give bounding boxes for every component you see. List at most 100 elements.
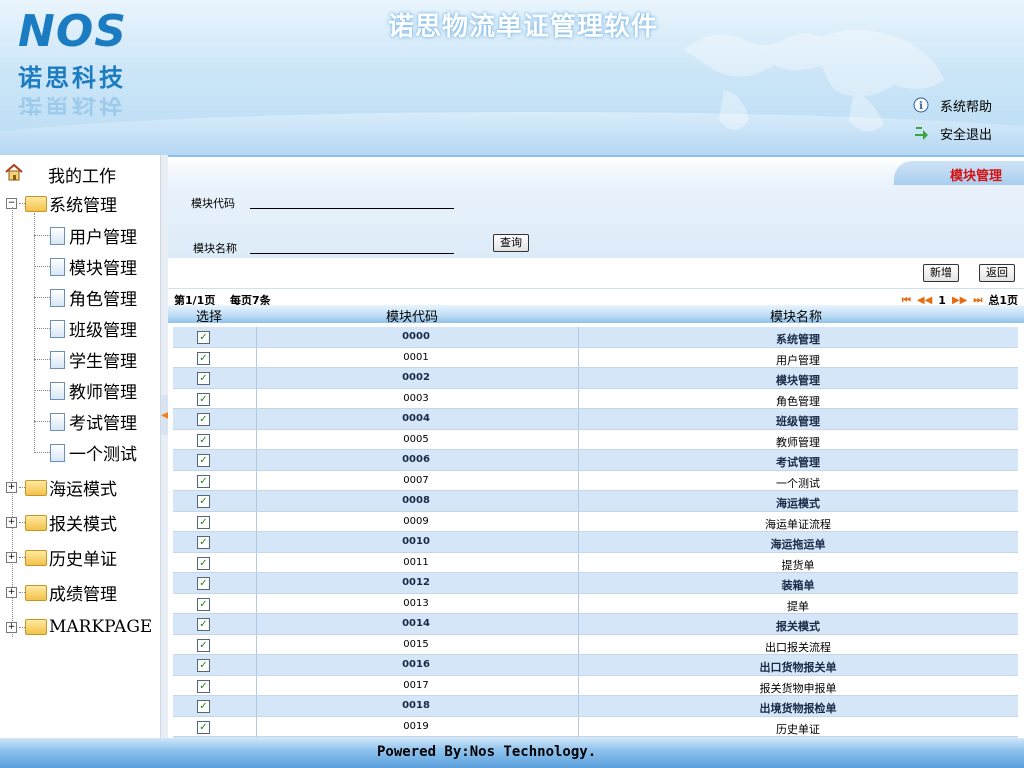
tree-root-my-work[interactable]: 我的工作 [4,162,116,187]
table-row[interactable]: ✓ 0007 一个测试 [173,470,1018,491]
table-row[interactable]: ✓ 0008 海运模式 [173,491,1018,512]
table-row[interactable]: ✓ 0013 提单 [173,593,1018,614]
tree-group-label: 海运模式 [49,480,117,500]
table-row[interactable]: ✓ 0012 装箱单 [173,573,1018,594]
tree-item-role-management[interactable]: 角色管理 [34,285,137,310]
prev-page-icon[interactable]: ◀◀ [917,295,932,306]
back-button[interactable]: 返回 [979,264,1015,282]
module-name-cell: 考试管理 [776,456,820,469]
row-checkbox[interactable]: ✓ [197,700,210,713]
tree-item-module-management[interactable]: 模块管理 [34,254,137,279]
row-checkbox[interactable]: ✓ [197,556,210,570]
module-name-cell: 出境货物报检单 [759,702,837,715]
table-row[interactable]: ✓ 0009 海运单证流程 [173,511,1018,532]
table-row[interactable]: ✓ 0005 教师管理 [173,429,1018,450]
module-name-input[interactable] [250,239,454,254]
table-row[interactable]: ✓ 0018 出境货物报检单 [173,696,1018,717]
row-checkbox[interactable]: ✓ [197,474,210,488]
tree-item-label: 学生管理 [69,352,137,372]
expand-icon[interactable]: + [6,552,17,563]
tree-item-teacher-management[interactable]: 教师管理 [34,378,137,403]
row-checkbox[interactable]: ✓ [197,720,210,734]
expand-icon[interactable]: + [6,482,17,493]
footer-credit: Powered By:Nos Technology. [377,744,597,760]
table-row[interactable]: ✓ 0006 考试管理 [173,450,1018,471]
logout-link[interactable]: 安全退出 [912,124,992,143]
document-icon [50,226,65,245]
module-code-input[interactable] [250,194,454,209]
row-checkbox[interactable]: ✓ [197,413,210,426]
row-checkbox[interactable]: ✓ [197,351,210,365]
next-page-icon[interactable]: ▶▶ [952,295,967,306]
tree-group-customs-mode[interactable]: + 报关模式 [6,510,117,535]
tree-item-student-management[interactable]: 学生管理 [34,347,137,372]
module-name-cell: 出口货物报关单 [759,661,837,674]
table-row[interactable]: ✓ 0001 用户管理 [173,347,1018,368]
table-row[interactable]: ✓ 0016 出口货物报关单 [173,655,1018,676]
row-checkbox[interactable]: ✓ [197,372,210,385]
row-checkbox[interactable]: ✓ [197,577,210,590]
tree-item-user-management[interactable]: 用户管理 [34,223,137,248]
module-code-cell: 0014 [402,618,430,629]
table-row[interactable]: ✓ 0000 系统管理 [173,327,1018,348]
app-title: 诺思物流单证管理软件 [388,12,659,42]
row-checkbox[interactable]: ✓ [197,659,210,672]
new-button[interactable]: 新增 [923,264,959,282]
table-row[interactable]: ✓ 0014 报关模式 [173,614,1018,635]
module-code-cell: 0013 [403,597,429,609]
last-page-icon[interactable]: ⏭ [973,295,982,306]
tree-group-history-documents[interactable]: + 历史单证 [6,545,117,570]
row-checkbox[interactable]: ✓ [197,597,210,611]
column-header-select[interactable]: 选择 [196,306,222,325]
document-icon [50,381,65,400]
document-icon [50,443,65,462]
row-checkbox[interactable]: ✓ [197,618,210,631]
row-checkbox[interactable]: ✓ [197,331,210,344]
expand-icon[interactable]: + [6,517,17,528]
query-button[interactable]: 查询 [493,234,529,252]
column-header-module-name[interactable]: 模块名称 [770,306,822,325]
tree-group-sea-freight-mode[interactable]: + 海运模式 [6,475,117,500]
row-checkbox[interactable]: ✓ [197,433,210,447]
tree-group-score-management[interactable]: + 成绩管理 [6,580,117,605]
module-code-cell: 0003 [403,392,429,404]
navigation-tree: 我的工作 − 系统管理 用户管理 模块管理 角色管理 班级管理 学生管理 教师管… [0,155,160,738]
expand-icon[interactable]: + [6,587,17,598]
expand-icon[interactable]: + [6,621,17,633]
column-header-module-code[interactable]: 模块代码 [386,306,438,325]
tree-item-class-management[interactable]: 班级管理 [34,316,137,341]
tree-item-label: 角色管理 [69,290,137,310]
tree-item-exam-management[interactable]: 考试管理 [34,409,137,434]
table-row[interactable]: ✓ 0017 报关货物申报单 [173,675,1018,696]
document-icon [50,350,65,369]
table-row[interactable]: ✓ 0011 提货单 [173,552,1018,573]
row-checkbox[interactable]: ✓ [197,392,210,406]
action-bar: 新增 返回 [168,258,1024,289]
system-help-link[interactable]: i 系统帮助 [912,96,992,115]
tree-item-a-test[interactable]: 一个测试 [34,440,137,465]
table-row[interactable]: ✓ 0010 海运拖运单 [173,532,1018,553]
info-icon: i [912,97,930,115]
row-checkbox[interactable]: ✓ [197,454,210,467]
module-code-cell: 0010 [402,536,430,547]
first-page-icon[interactable]: ⏮ [902,295,911,306]
row-checkbox[interactable]: ✓ [197,679,210,693]
tree-connector [34,297,50,298]
row-checkbox[interactable]: ✓ [197,536,210,549]
table-row[interactable]: ✓ 0015 出口报关流程 [173,634,1018,655]
tree-group-label: 报关模式 [49,515,117,535]
svg-text:i: i [919,101,923,112]
tree-group-system-management[interactable]: − 系统管理 [6,191,117,216]
table-row[interactable]: ✓ 0019 历史单证 [173,716,1018,737]
row-checkbox[interactable]: ✓ [197,638,210,652]
tree-connector [34,390,50,391]
tree-connector [12,207,13,637]
row-checkbox[interactable]: ✓ [197,515,210,529]
table-row[interactable]: ✓ 0003 角色管理 [173,388,1018,409]
row-checkbox[interactable]: ✓ [197,495,210,508]
table-row[interactable]: ✓ 0004 班级管理 [173,409,1018,430]
exit-arrow-icon [912,125,930,143]
logo-mark: NOS [18,6,127,57]
tree-group-markpage[interactable]: + MARKPAGE [6,617,152,637]
table-row[interactable]: ✓ 0002 模块管理 [173,368,1018,389]
